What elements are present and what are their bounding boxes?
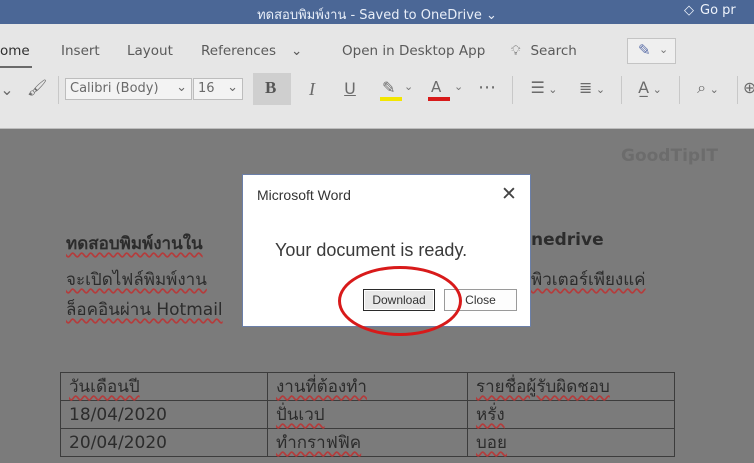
tab-layout[interactable]: Layout xyxy=(127,43,173,59)
align-icon[interactable]: ≣ ⌄ xyxy=(574,78,610,97)
chevron-down-icon: ⌄ xyxy=(176,80,187,95)
pencil-icon: ✎ xyxy=(638,41,651,59)
more-tabs-chevron-icon[interactable]: ⌄ xyxy=(291,43,302,59)
styles-icon[interactable]: A̲ ⌄ xyxy=(632,78,668,97)
font-name-value: Calibri (Body) xyxy=(70,81,159,96)
table-row: 18/04/2020 ปั่นเวป หรั่ง xyxy=(60,400,675,429)
format-painter-icon[interactable]: 🖌︎ xyxy=(27,78,47,97)
table-cell[interactable]: ปั่นเวป xyxy=(267,400,468,429)
table-cell[interactable]: บอย xyxy=(467,428,675,457)
table-row: วันเดือนปี งานที่ต้องทำ รายชื่อผู้รับผิด… xyxy=(60,372,675,401)
table-cell[interactable]: 18/04/2020 xyxy=(60,400,268,429)
table-cell[interactable]: ทำกราฟฟิค xyxy=(267,428,468,457)
highlight-color-bar xyxy=(380,97,402,101)
document-heading-right: nedrive xyxy=(531,230,604,250)
dialog-message: Your document is ready. xyxy=(275,240,468,260)
go-premium-link[interactable]: ◇ Go pr xyxy=(684,3,754,18)
go-premium-label: Go pr xyxy=(700,3,736,18)
toolbar-divider xyxy=(737,76,738,104)
document-title[interactable]: ทดสอบพิมพ์งาน - Saved to OneDrive ⌄ xyxy=(0,4,754,25)
toolbar-divider xyxy=(621,76,622,104)
open-in-desktop-app-button[interactable]: Open in Desktop App xyxy=(342,43,485,59)
toolbar-divider xyxy=(679,76,680,104)
chevron-down-icon: ⌄ xyxy=(404,80,414,93)
table-cell[interactable]: 20/04/2020 xyxy=(60,428,268,457)
font-color-icon: A xyxy=(431,78,442,96)
underline-icon[interactable]: U xyxy=(340,79,360,98)
task-table: วันเดือนปี งานที่ต้องทำ รายชื่อผู้รับผิด… xyxy=(60,372,675,457)
dialog-title: Microsoft Word xyxy=(257,187,351,203)
search-label: Search xyxy=(530,43,577,59)
font-size-select[interactable]: 16 ⌄ xyxy=(193,78,243,100)
highlight-circle-annotation xyxy=(338,266,462,336)
tab-home[interactable]: ome xyxy=(0,43,30,59)
bold-icon: B xyxy=(265,78,277,97)
document-line-2: ล็อคอินผ่าน Hotmail xyxy=(66,300,223,320)
font-color-button[interactable]: A ⌄ xyxy=(428,78,464,102)
toolbar-divider xyxy=(58,76,59,104)
active-tab-indicator xyxy=(0,66,32,68)
table-cell[interactable]: รายชื่อผู้รับผิดชอบ xyxy=(467,372,675,401)
document-heading-left: ทดสอบพิมพ์งานใน xyxy=(66,234,203,254)
toolbar-divider xyxy=(512,76,513,104)
tab-insert[interactable]: Insert xyxy=(61,43,100,59)
chevron-down-icon: ⌄ xyxy=(454,80,464,93)
watermark: GoodTipIT xyxy=(621,146,718,166)
font-color-bar xyxy=(428,97,450,101)
table-cell[interactable]: วันเดือนปี xyxy=(60,372,268,401)
document-line-1-left: จะเปิดไฟล์พิมพ์งาน xyxy=(66,270,207,290)
undo-dropdown-chevron-icon[interactable]: ⌄ xyxy=(0,80,14,99)
tab-references[interactable]: References xyxy=(201,43,276,59)
table-cell[interactable]: งานที่ต้องทำ xyxy=(267,372,468,401)
lightbulb-icon: 💡︎ xyxy=(511,43,521,59)
table-row: 20/04/2020 ทำกราฟฟิค บอย xyxy=(60,428,675,457)
table-cell[interactable]: หรั่ง xyxy=(467,400,675,429)
bold-button[interactable]: B xyxy=(253,73,291,105)
highlighter-icon: ✎ xyxy=(382,78,396,97)
document-line-1-right: พิวเตอร์เพียงแค่ xyxy=(531,270,646,290)
editing-mode-button[interactable]: ✎ ⌄ xyxy=(627,38,676,64)
search-box[interactable]: 💡︎ Search xyxy=(511,43,577,59)
more-options-icon[interactable]: ⋯ xyxy=(476,77,498,98)
chevron-down-icon: ⌄ xyxy=(227,80,238,95)
close-icon[interactable]: ✕ xyxy=(499,183,519,205)
font-name-select[interactable]: Calibri (Body) ⌄ xyxy=(65,78,192,100)
bullets-icon[interactable]: ☰ ⌄ xyxy=(526,78,562,97)
find-icon[interactable]: ⌕ ⌄ xyxy=(690,78,726,98)
chevron-down-icon: ⌄ xyxy=(659,43,669,56)
highlight-button[interactable]: ✎ ⌄ xyxy=(380,78,414,102)
diamond-icon: ◇ xyxy=(684,3,694,18)
dictate-icon[interactable]: ⊕ xyxy=(743,78,754,97)
font-size-value: 16 xyxy=(198,81,215,96)
italic-icon[interactable]: I xyxy=(302,79,322,100)
